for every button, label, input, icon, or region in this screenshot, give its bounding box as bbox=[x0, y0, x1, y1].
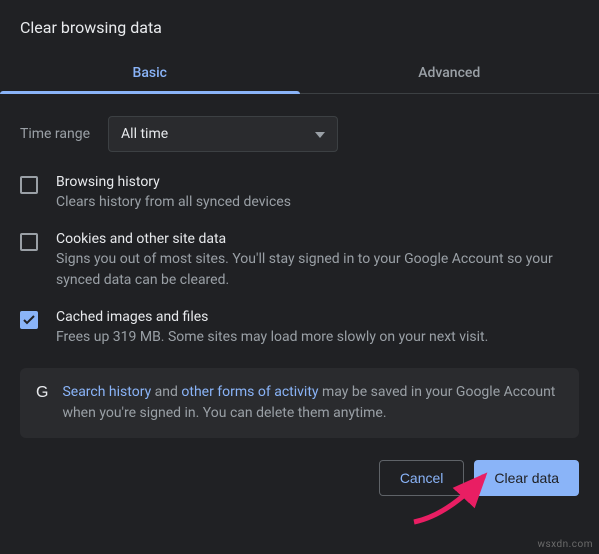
tab-advanced[interactable]: Advanced bbox=[300, 51, 599, 93]
time-range-select[interactable]: All time bbox=[108, 116, 338, 152]
link-other-activity[interactable]: other forms of activity bbox=[181, 384, 318, 400]
notice-text: Search history and other forms of activi… bbox=[62, 382, 563, 424]
option-title: Browsing history bbox=[56, 174, 291, 190]
option-title: Cached images and files bbox=[56, 309, 488, 325]
option-browsing-history: Browsing history Clears history from all… bbox=[20, 162, 579, 219]
checkbox-browsing-history[interactable] bbox=[20, 176, 38, 194]
link-search-history[interactable]: Search history bbox=[62, 384, 151, 400]
google-icon: G bbox=[36, 382, 48, 402]
option-desc: Frees up 319 MB. Some sites may load mor… bbox=[56, 327, 488, 348]
time-range-label: Time range bbox=[20, 126, 90, 142]
checkbox-cached[interactable] bbox=[20, 311, 38, 329]
chevron-down-icon bbox=[315, 126, 325, 142]
option-desc: Signs you out of most sites. You'll stay… bbox=[56, 249, 579, 291]
time-range-row: Time range All time bbox=[20, 94, 579, 162]
clear-data-button[interactable]: Clear data bbox=[474, 460, 579, 496]
option-title: Cookies and other site data bbox=[56, 231, 579, 247]
tab-basic[interactable]: Basic bbox=[0, 51, 300, 93]
time-range-value: All time bbox=[121, 126, 168, 142]
checkbox-cookies[interactable] bbox=[20, 233, 38, 251]
dialog-title: Clear browsing data bbox=[20, 18, 579, 37]
option-cookies: Cookies and other site data Signs you ou… bbox=[20, 219, 579, 297]
watermark: wsxdn.com bbox=[537, 539, 593, 550]
cancel-button[interactable]: Cancel bbox=[379, 460, 465, 496]
option-cached: Cached images and files Frees up 319 MB.… bbox=[20, 297, 579, 354]
google-account-notice: G Search history and other forms of acti… bbox=[20, 368, 579, 438]
dialog-actions: Cancel Clear data bbox=[20, 438, 579, 514]
option-desc: Clears history from all synced devices bbox=[56, 192, 291, 213]
tab-bar: Basic Advanced bbox=[0, 51, 599, 94]
clear-browsing-data-dialog: Clear browsing data Basic Advanced Time … bbox=[0, 0, 599, 514]
